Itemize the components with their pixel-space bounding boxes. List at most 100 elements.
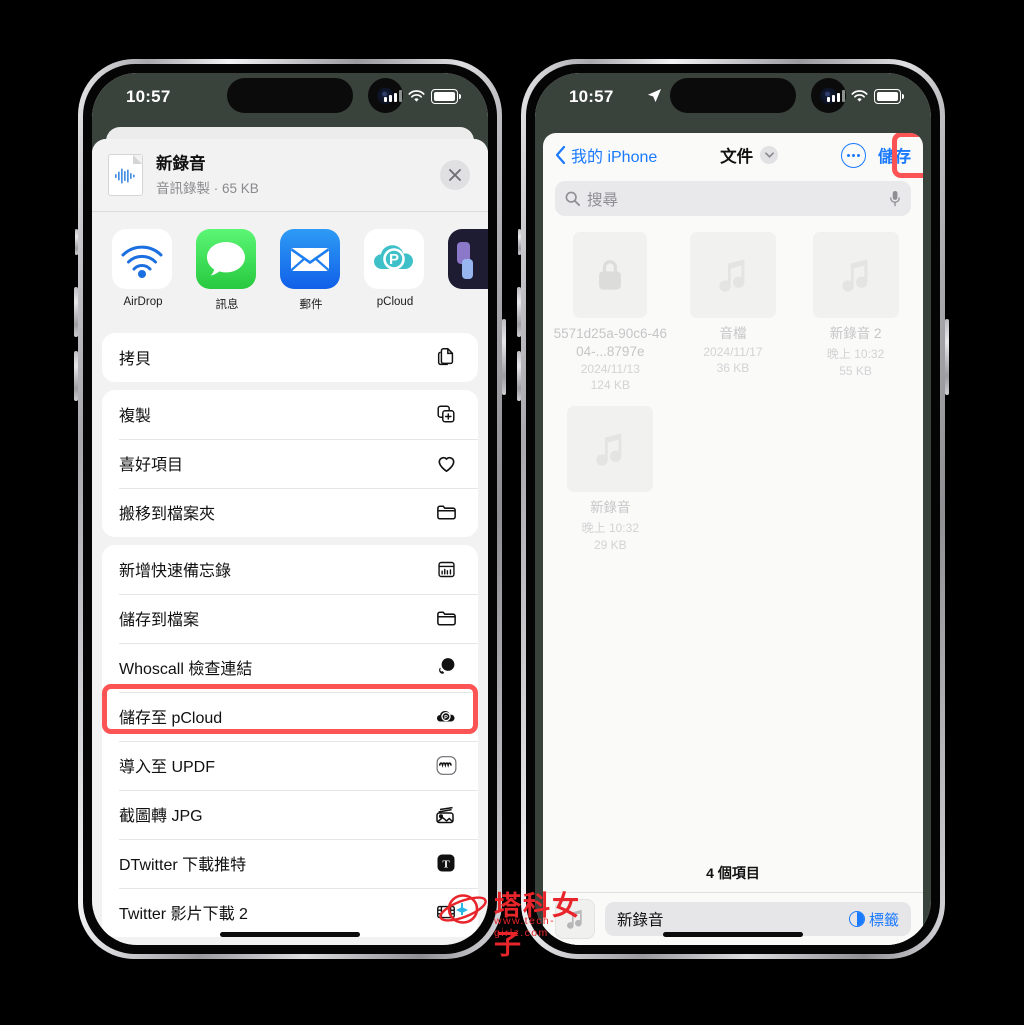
- planet-logo-icon: [439, 894, 487, 924]
- share-row-label: 導入至 UPDF: [119, 759, 216, 777]
- power-button[interactable]: [502, 319, 506, 395]
- home-indicator[interactable]: [663, 932, 803, 937]
- cellular-signal-icon: [827, 90, 845, 103]
- share-file-meta: 新錄音 音訊錄製 · 65 KB: [156, 154, 440, 197]
- volume-down-button[interactable]: [74, 351, 78, 401]
- volume-up-button[interactable]: [74, 287, 78, 337]
- share-row-label: 新增快速備忘錄: [119, 563, 232, 581]
- status-bar: 10:57: [535, 73, 931, 127]
- file-thumbnail: [573, 232, 648, 318]
- share-app-messages[interactable]: 訊息: [196, 228, 258, 312]
- file-thumbnail: [812, 232, 899, 318]
- location-arrow-icon: [647, 88, 662, 103]
- share-app-pcloud[interactable]: P pCloud: [364, 228, 426, 312]
- watermark: 塔科女子 www.tech-girlz.com: [436, 884, 606, 961]
- status-bar-indicators: [384, 89, 461, 104]
- left-phone-screen: 10:57 新錄音 音訊錄製 · 65 KB AirDrop 訊息 郵件 P p…: [92, 73, 488, 945]
- music-note-icon: [596, 433, 622, 466]
- battery-icon: [431, 89, 461, 104]
- share-row-label: DTwitter 下載推特: [119, 857, 247, 875]
- file-name: 5571d25a-90c6-4604-...8797e: [553, 326, 667, 359]
- share-row-label: Twitter 影片下載 2: [119, 906, 248, 924]
- files-picker-navbar: 我的 iPhone 文件 儲存: [543, 133, 923, 177]
- home-indicator[interactable]: [220, 932, 360, 937]
- file-cell[interactable]: 新錄音 晚上 10:32 29 KB: [549, 406, 672, 552]
- share-row-favourites[interactable]: 喜好項目: [102, 438, 478, 488]
- status-bar-time: 10:57: [126, 87, 171, 106]
- search-input[interactable]: 搜尋: [555, 181, 911, 216]
- volume-up-button[interactable]: [517, 287, 521, 337]
- filename-value: 新錄音: [617, 912, 664, 929]
- folder-icon: [431, 497, 461, 527]
- share-app-label: AirDrop: [123, 295, 163, 308]
- music-note-icon: [841, 259, 867, 292]
- share-row-label: 截圖轉 JPG: [119, 808, 203, 826]
- share-row-save-to-files[interactable]: 儲存到檔案: [102, 593, 478, 643]
- battery-icon: [874, 89, 904, 104]
- file-date: 晚上 10:32: [581, 520, 639, 535]
- file-name: 新錄音: [590, 500, 631, 516]
- share-apps-row[interactable]: AirDrop 訊息 郵件 P pCloud: [92, 211, 488, 325]
- filename-input[interactable]: 新錄音 標籤: [605, 902, 911, 936]
- file-cell[interactable]: 新錄音 2 晚上 10:32 55 KB: [794, 232, 917, 392]
- updf-icon: [431, 750, 461, 780]
- share-row-import-updf[interactable]: 導入至 UPDF: [102, 740, 478, 790]
- share-row-twitter-video[interactable]: Twitter 影片下載 2: [102, 887, 478, 937]
- airdrop-icon: [112, 228, 172, 289]
- messages-icon: [196, 228, 256, 289]
- file-cell[interactable]: 音檔 2024/11/17 36 KB: [672, 232, 795, 392]
- item-count-label: 4 個項目: [706, 865, 760, 881]
- cellular-signal-icon: [384, 90, 402, 103]
- dynamic-island: [227, 78, 353, 113]
- mute-switch[interactable]: [75, 229, 78, 255]
- share-row-label: 儲存到檔案: [119, 612, 200, 630]
- audio-waveform-file-icon: [108, 154, 143, 197]
- close-icon: [449, 169, 461, 182]
- share-action-group: 複製 喜好項目 搬移到檔案夾: [102, 389, 478, 537]
- pcloud-mono-icon: P: [431, 701, 461, 731]
- share-row-save-to-pcloud[interactable]: 儲存至 pCloud P: [102, 691, 478, 741]
- wifi-icon: [408, 89, 425, 102]
- partial-app-icon: [448, 228, 488, 289]
- search-icon: [565, 191, 580, 206]
- microphone-icon[interactable]: [889, 190, 901, 207]
- back-button[interactable]: 我的 iPhone: [555, 143, 657, 167]
- dtwitter-icon: T: [431, 848, 461, 878]
- status-bar-time: 10:57: [569, 87, 614, 106]
- share-row-label: 儲存至 pCloud: [119, 710, 223, 728]
- share-file-subtitle: 音訊錄製 · 65 KB: [156, 180, 259, 196]
- close-button[interactable]: [440, 160, 470, 191]
- share-action-group: 拷貝: [102, 332, 478, 382]
- back-button-label: 我的 iPhone: [571, 149, 658, 166]
- quick-note-icon: [431, 554, 461, 584]
- share-row-duplicate[interactable]: 複製: [102, 390, 478, 439]
- tags-button[interactable]: 標籤: [848, 909, 899, 930]
- right-phone-screen: 10:57 我的 iPhone 文件 儲存 搜尋 5571d25a-90c6-4…: [535, 73, 931, 945]
- file-date: 2024/11/17: [703, 344, 763, 359]
- left-phone-frame: 10:57 新錄音 音訊錄製 · 65 KB AirDrop 訊息 郵件 P p…: [74, 59, 506, 959]
- share-row-quick-note[interactable]: 新增快速備忘錄: [102, 545, 478, 594]
- duplicate-icon: [431, 399, 461, 429]
- right-phone-frame: 10:57 我的 iPhone 文件 儲存 搜尋 5571d25a-90c6-4…: [517, 59, 949, 959]
- file-cell[interactable]: 5571d25a-90c6-4604-...8797e 2024/11/13 1…: [549, 232, 672, 392]
- share-app-label: 訊息: [215, 298, 239, 311]
- share-app-partial[interactable]: [448, 228, 488, 312]
- svg-text:T: T: [442, 859, 450, 871]
- ellipsis-circle-icon[interactable]: [841, 142, 866, 168]
- whoscall-icon: [431, 652, 461, 682]
- power-button[interactable]: [945, 319, 949, 395]
- files-picker-backdrop: 我的 iPhone 文件 儲存 搜尋 5571d25a-90c6-4604-..…: [535, 127, 931, 945]
- mute-switch[interactable]: [518, 229, 521, 255]
- files-picker-title[interactable]: 文件: [657, 143, 841, 167]
- chevron-down-icon[interactable]: [760, 146, 779, 164]
- share-row-copy[interactable]: 拷貝: [102, 333, 478, 382]
- save-button[interactable]: 儲存: [878, 143, 911, 167]
- share-app-mail[interactable]: 郵件: [280, 228, 342, 312]
- music-note-icon: [719, 259, 745, 292]
- share-row-move-to-folder[interactable]: 搬移到檔案夾: [102, 487, 478, 537]
- volume-down-button[interactable]: [517, 351, 521, 401]
- share-row-screenshot-to-jpg[interactable]: 截圖轉 JPG: [102, 789, 478, 839]
- share-row-whoscall[interactable]: Whoscall 檢查連結: [102, 642, 478, 692]
- share-app-airdrop[interactable]: AirDrop: [112, 228, 174, 312]
- share-row-dtwitter[interactable]: DTwitter 下載推特 T: [102, 838, 478, 888]
